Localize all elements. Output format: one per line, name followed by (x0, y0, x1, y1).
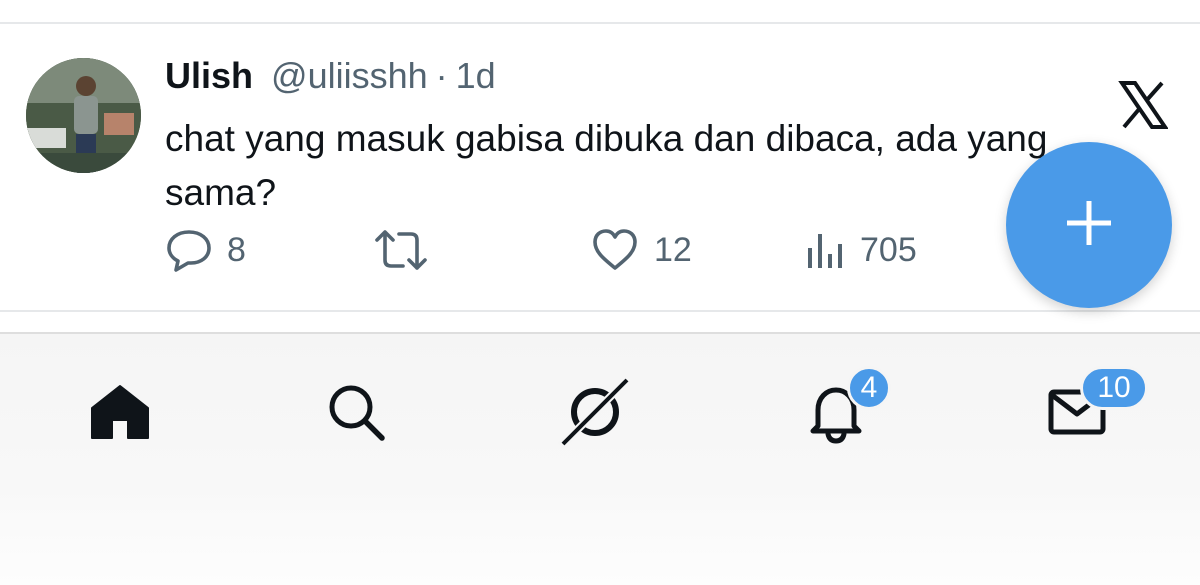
search-icon (324, 380, 388, 449)
plus-icon (1064, 198, 1114, 253)
compose-fab[interactable] (1006, 142, 1172, 308)
views-count: 705 (860, 230, 917, 269)
notifications-badge: 4 (847, 366, 891, 410)
grok-icon (557, 374, 633, 455)
meta-separator: · (435, 55, 448, 96)
author-handle[interactable]: @uliisshh (271, 55, 428, 96)
reply-button[interactable]: 8 (165, 220, 246, 280)
author-name[interactable]: Ulish (165, 55, 253, 96)
home-icon (88, 380, 152, 449)
bottom-tab-bar: 4 10 (0, 332, 1200, 585)
tab-grok[interactable] (555, 374, 635, 454)
views-icon (806, 226, 846, 274)
reply-count: 8 (227, 230, 246, 269)
post-text: chat yang masuk gabisa dibuka dan dibaca… (165, 118, 1048, 213)
like-button[interactable]: 12 (590, 220, 692, 280)
tab-search[interactable] (316, 374, 396, 454)
x-logo (1118, 80, 1169, 130)
like-count: 12 (654, 230, 692, 269)
reply-icon (165, 226, 213, 274)
repost-icon (373, 226, 429, 274)
post-time[interactable]: 1d (456, 55, 496, 96)
avatar[interactable] (26, 58, 141, 173)
tab-home[interactable] (80, 374, 160, 454)
like-icon (590, 226, 640, 274)
repost-button[interactable] (373, 220, 429, 280)
messages-badge: 10 (1080, 366, 1148, 410)
views-button[interactable]: 705 (806, 220, 917, 280)
post-meta: Ulish @uliisshh · 1d (165, 55, 496, 97)
spacer (0, 312, 1200, 332)
